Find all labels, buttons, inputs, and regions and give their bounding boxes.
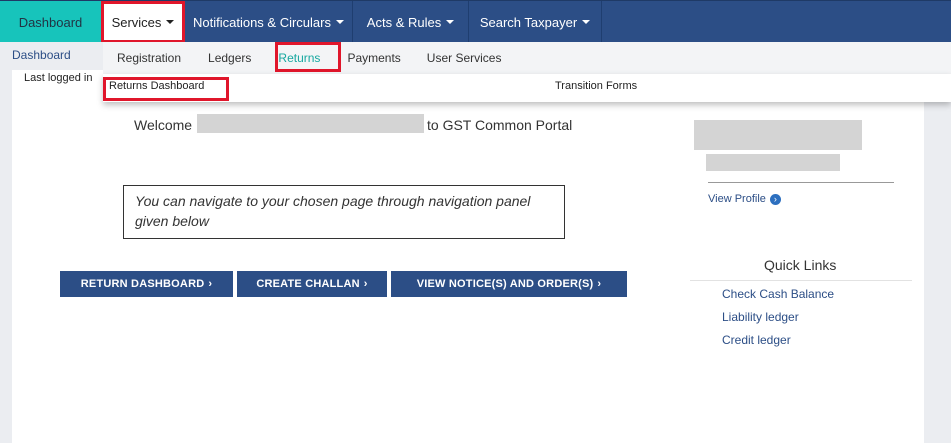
quick-link-check-cash-balance[interactable]: Check Cash Balance: [722, 287, 834, 301]
arrow-circle-right-icon: ›: [769, 193, 781, 205]
view-profile-link[interactable]: View Profile ›: [708, 193, 781, 205]
last-logged-text: Last logged in: [24, 72, 93, 84]
view-notices-button[interactable]: VIEW NOTICE(S) AND ORDER(S) ›: [391, 271, 627, 297]
chevron-right-icon: ›: [208, 278, 213, 290]
create-challan-button[interactable]: CREATE CHALLAN ›: [237, 271, 387, 297]
submenu-payments[interactable]: Payments: [334, 51, 413, 65]
quick-links-divider: [690, 280, 912, 281]
caret-down-icon: [582, 20, 591, 24]
submenu-ledgers[interactable]: Ledgers: [194, 51, 264, 65]
navigation-hint-text: You can navigate to your chosen page thr…: [135, 193, 531, 229]
welcome-prefix: Welcome: [134, 117, 193, 133]
nav-search-taxpayer[interactable]: Search Taxpayer: [469, 1, 602, 43]
quick-links-title: Quick Links: [764, 257, 837, 273]
return-dashboard-label: RETURN DASHBOARD: [80, 278, 205, 290]
submenu-user-services[interactable]: User Services: [414, 51, 515, 65]
nav-notifications-label: Notifications & Circulars: [193, 14, 331, 30]
returns-dashboard-highlight-box: [103, 77, 229, 101]
services-submenu: Registration Ledgers Returns Payments Us…: [103, 42, 951, 75]
nav-acts-rules[interactable]: Acts & Rules: [353, 1, 469, 43]
nav-services[interactable]: Services: [101, 1, 185, 43]
nav-services-label: Services: [111, 14, 162, 30]
navigation-hint-box: You can navigate to your chosen page thr…: [123, 185, 565, 239]
create-challan-label: CREATE CHALLAN: [256, 278, 360, 290]
nav-acts-label: Acts & Rules: [366, 14, 442, 30]
caret-down-icon: [446, 20, 455, 24]
quick-link-liability-ledger[interactable]: Liability ledger: [722, 310, 799, 324]
return-dashboard-button[interactable]: RETURN DASHBOARD ›: [60, 271, 233, 297]
quick-link-credit-ledger[interactable]: Credit ledger: [722, 333, 791, 347]
returns-highlight-box: [275, 42, 341, 72]
breadcrumb[interactable]: Dashboard: [12, 48, 71, 62]
redacted-profile-name: [694, 120, 862, 150]
chevron-right-icon: ›: [597, 278, 602, 290]
view-notices-label: VIEW NOTICE(S) AND ORDER(S): [416, 278, 594, 290]
submenu-registration[interactable]: Registration: [103, 51, 194, 65]
welcome-suffix: to GST Common Portal: [427, 117, 573, 133]
redacted-profile-detail: [706, 154, 840, 171]
view-profile-label: View Profile: [708, 193, 766, 205]
dropdown-transition-forms[interactable]: Transition Forms: [555, 80, 637, 92]
nav-dashboard[interactable]: Dashboard: [0, 1, 101, 43]
nav-notifications[interactable]: Notifications & Circulars: [185, 1, 353, 43]
nav-search-label: Search Taxpayer: [479, 14, 578, 30]
profile-divider: [708, 182, 894, 183]
redacted-username: [197, 114, 424, 133]
top-navigation: Dashboard Services Notifications & Circu…: [0, 0, 951, 43]
returns-dropdown: Returns Dashboard Transition Forms: [103, 74, 951, 102]
caret-down-icon: [336, 20, 344, 24]
chevron-right-icon: ›: [363, 278, 368, 290]
caret-down-icon: [166, 20, 175, 24]
